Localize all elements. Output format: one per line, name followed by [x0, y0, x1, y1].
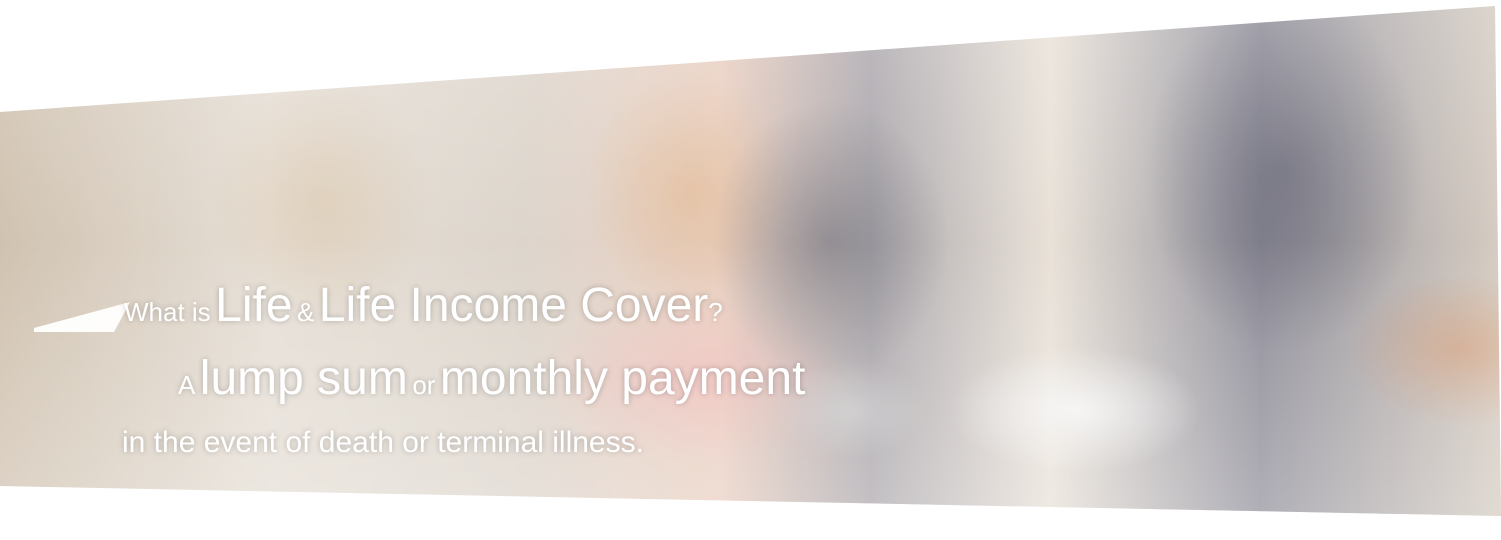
headline-or: or: [412, 370, 436, 400]
headline-answer: A lump sum or monthly payment: [178, 355, 805, 403]
headline-a: A: [178, 370, 196, 400]
triangle-pointer-icon: [34, 302, 130, 332]
headline-question-mark: ?: [708, 297, 723, 327]
headline-monthly-payment: monthly payment: [439, 352, 806, 405]
headline-ampersand: &: [296, 297, 315, 327]
headline-question: What is Life & Life Income Cover?: [124, 282, 723, 330]
headline-life: Life: [215, 279, 293, 332]
headline-subtext: in the event of death or terminal illnes…: [122, 426, 644, 459]
headline-life-income-cover: Life Income Cover: [318, 279, 709, 332]
hero-banner: What is Life & Life Income Cover? A lump…: [0, 0, 1501, 540]
headline-lump-sum: lump sum: [199, 352, 408, 405]
photo-overlay: [0, 6, 1501, 516]
headline-what-is: What is: [124, 297, 211, 327]
